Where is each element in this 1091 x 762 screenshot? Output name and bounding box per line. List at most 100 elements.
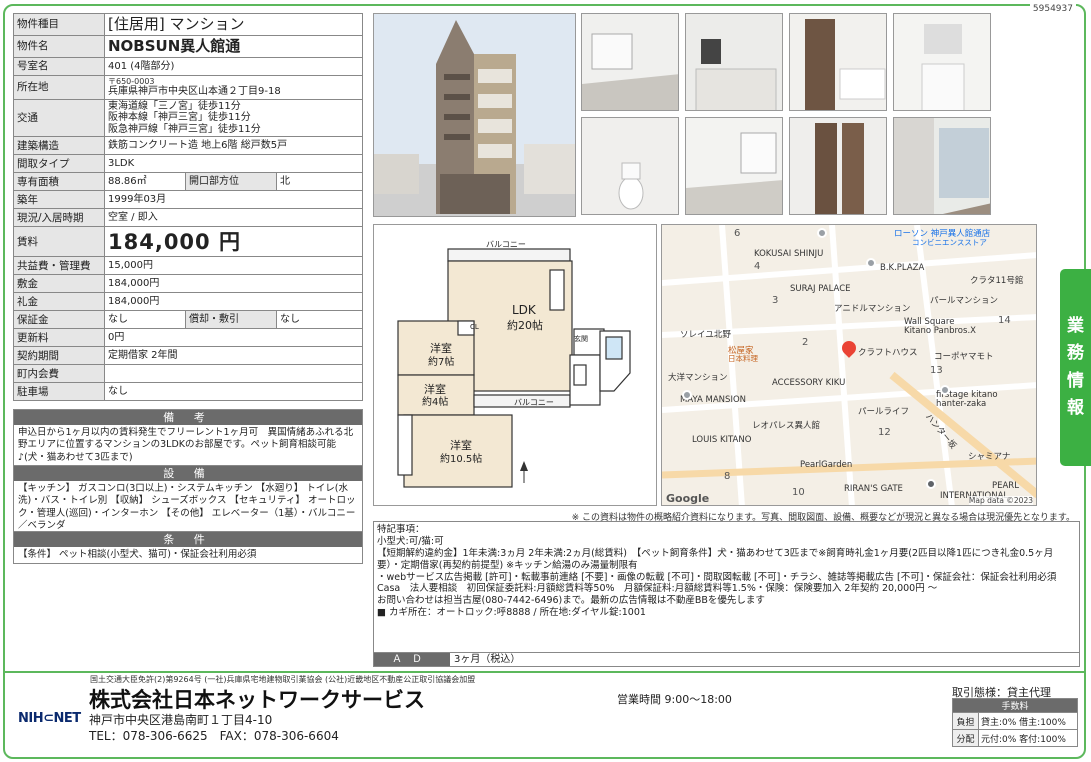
community-label: 町内会費 [13,364,105,384]
type-value: [住居用] マンション [104,13,363,36]
building-photo[interactable] [373,13,576,217]
photo-thumbnail[interactable] [893,13,991,111]
photo-thumbnail[interactable] [685,13,783,111]
special-note-line: ・webサービス広告掲載 [許可]・転載事前連絡 [不要]・画像の転載 [不可]… [377,571,1066,595]
structure-label: 建築構造 [13,136,105,156]
traffic-line: 阪急神戸線「神戸三宮」徒歩11分 [108,123,261,135]
business-info-tab[interactable]: 業 務 情 報 [1060,269,1091,466]
keymoney-label: 礼金 [13,292,105,312]
equipment-text: 【キッチン】 ガスコンロ(3口以上)・システムキッチン 【水廻り】 トイレ(水洗… [18,483,356,532]
distribution-value: 元付:0% 客付:100% [978,729,1078,747]
rent-value: 184,000 円 [104,226,363,258]
rent-label: 賃料 [13,226,105,258]
side-label-char: 業 [1067,316,1084,337]
built-value: 1999年03月 [104,190,363,210]
burden-value: 貸主:0% 借主:100% [978,712,1078,730]
map-poi-icon [926,479,936,489]
company-name: 株式会社日本ネットワークサービス [89,688,425,712]
postal-code: 〒650-0003 [108,77,155,86]
conditions-section: 条 件 【条件】 ペット相談(小型犬、猫可)・保証会社利用必須 [13,531,363,565]
remarks-header: 備 考 [14,410,362,425]
map-label: 大洋マンション [668,373,728,383]
room-value: 401 (4階部分) [104,57,363,76]
renewal-value: 0円 [104,328,363,348]
company-phone: TEL：078-306-6625 FAX：078-306-6604 [89,729,339,743]
map-label: hanter-zaka [936,399,987,409]
address-label: 所在地 [13,75,105,100]
contract-label: 契約期間 [13,346,105,366]
photo-thumbnail[interactable] [581,13,679,111]
area-value: 88.86㎡ [104,172,186,192]
map-number: 4 [754,261,761,272]
company-logo: NIH⊂NET [18,711,81,726]
layout-value: 3LDK [104,154,363,174]
map-poi-icon [817,228,827,238]
room2-size: 約4帖 [422,397,449,408]
map-number: 3 [772,295,779,306]
map-label: シャミアナ [968,452,1011,462]
side-label-char: 情 [1067,370,1084,391]
special-note-line: お問い合わせは担当古屋(080-7442-6496)まで。最新の広告情報は不動産… [377,595,765,607]
map-label: アニドルマンション [834,304,911,314]
special-note-line: 小型犬:可/猫:可 [377,535,444,547]
room-label: 号室名 [13,57,105,76]
balcony-label: バルコニー [486,240,526,249]
photo-thumbnail[interactable] [789,117,887,215]
map-label: B.K.PLAZA [880,263,925,273]
photo-thumbnail[interactable] [893,117,991,215]
area-label: 専有面積 [13,172,105,192]
map-label-lawson-sub: コンビニエンスストア [912,238,987,247]
opening-value: 北 [276,172,363,192]
business-hours: 営業時間 9:00～18:00 [617,693,732,706]
guarantee-value: なし [104,310,186,330]
map-label: コーポヤマモト [934,352,994,362]
ad-value: 3ヶ月（税込） [454,654,521,665]
photo-thumbnail[interactable] [789,13,887,111]
map-label: 日本料理 [728,354,758,363]
community-value [104,364,363,384]
floor-plan[interactable]: バルコニー LDK 約20帖 洋室 約7帖 洋室 約4帖 洋室 約10.5帖 C… [373,224,657,506]
name-label: 物件名 [13,35,105,58]
type-label: 物件種目 [13,13,105,36]
status-value: 空室 / 即入 [104,208,363,228]
map-label: LOUIS KITANO [692,435,752,445]
contract-value: 定期借家 2年間 [104,346,363,366]
fee-value: 15,000円 [104,256,363,276]
map-label: Kitano Panbros.X [904,326,976,336]
map-number: 14 [998,315,1011,326]
map-number: 8 [724,471,731,482]
map-poi-icon [940,385,950,395]
company-address: 神戸市中央区港島南町１丁目4-10 [89,713,273,727]
burden-label: 負担 [952,712,979,730]
equipment-header: 設 備 [14,466,362,481]
fee-label: 共益費・管理費 [13,256,105,276]
side-label-char: 務 [1067,343,1084,364]
property-table: 物件種目 [住居用] マンション 物件名 NOBSUN異人館通 号室名 401 (4階… [13,13,363,402]
photo-thumbnail[interactable] [581,117,679,215]
map-number: 13 [930,365,943,376]
guarantee-label: 保証金 [13,310,105,330]
genkan-label: 玄関 [574,335,588,343]
map-poi-icon [682,390,692,400]
map-label: パールライフ [858,407,910,417]
side-label-char: 報 [1067,397,1084,418]
opening-label: 開口部方位 [185,172,277,192]
area-map[interactable]: ローソン 神戸異人館通店 コンビニエンスストア KOKUSAI SHINJU B… [661,224,1037,506]
commission-table: 手数料 負担 貸主:0% 借主:100% 分配 元付:0% 客付:100% [952,698,1078,747]
special-note-line: 【短期解約違約金】1年未満:3ヵ月 2年未満:2ヵ月(総賃料) 【ペット飼育条件… [377,547,1054,571]
map-number: 12 [878,427,891,438]
map-label: PearlGarden [800,460,853,470]
map-label: クラフトハウス [858,348,918,358]
parking-value: なし [104,382,363,402]
conditions-text: 【条件】 ペット相談(小型犬、猫可)・保証会社利用必須 [18,549,257,560]
parking-label: 駐車場 [13,382,105,402]
address-value: 兵庫県神戸市中央区山本通２丁目9-18 [108,86,281,98]
photo-thumbnail[interactable] [685,117,783,215]
balcony-mid-label: バルコニー [514,398,554,407]
special-note-line: ■ カギ所在：オートロック:呼8888 / 所在地:ダイヤル錠:1001 [377,607,646,619]
remarks-text: 申込日から1ヶ月以内の賃料発生でフリーレント1ヶ月可 異国情緒あふれる北野エリア… [18,427,354,463]
special-notes: 特記事項： 小型犬:可/猫:可 【短期解約違約金】1年未満:3ヵ月 2年未満:2… [373,521,1080,667]
status-label: 現況/入居時期 [13,208,105,228]
map-attribution: Map data ©2023 [968,496,1033,505]
deposit-value: 184,000円 [104,274,363,294]
